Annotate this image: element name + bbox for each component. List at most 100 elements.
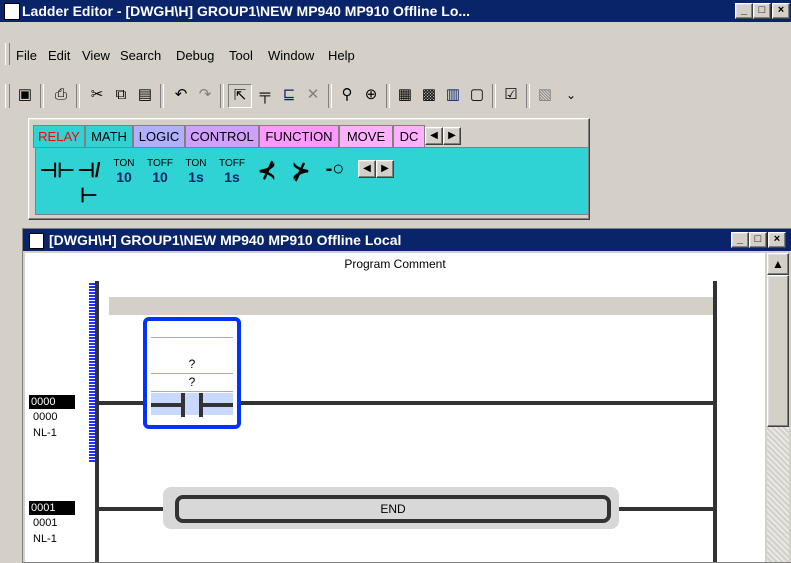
select-icon[interactable]: ⇱ [228, 84, 252, 108]
program-comment[interactable]: Program Comment [25, 257, 765, 271]
document-title-bar: [DWGH\H] GROUP1\NEW MP940 MP910 Offline … [23, 229, 791, 251]
title-bar: Ladder Editor - [DWGH\H] GROUP1\NEW MP94… [0, 0, 791, 22]
maximize-button[interactable]: □ [753, 3, 771, 19]
ladder-document-window: [DWGH\H] GROUP1\NEW MP940 MP910 Offline … [22, 228, 791, 563]
contact-wire-right [203, 403, 233, 407]
contact-wire-left [151, 403, 181, 407]
palette-scroll-right-icon[interactable]: ▶ [376, 160, 394, 178]
menu-view[interactable]: View [82, 48, 110, 63]
contact-bar-left [181, 393, 185, 417]
document-icon[interactable] [29, 233, 44, 249]
delete-tool-icon[interactable]: ✕ [302, 84, 324, 106]
find-icon[interactable]: ⚲ [336, 84, 358, 106]
contact-row-divider [151, 337, 233, 338]
tab-math[interactable]: MATH [85, 125, 133, 148]
instruction-palette: RELAY MATH LOGIC CONTROL FUNCTION MOVE D… [28, 118, 590, 220]
tab-control[interactable]: CONTROL [185, 125, 259, 148]
falling-edge-icon[interactable]: ⊁ [286, 158, 316, 188]
contact-row-divider [151, 373, 233, 374]
zoom-icon[interactable]: ⊕ [360, 84, 382, 106]
toff-10-icon[interactable]: TOFF 10 [144, 158, 176, 188]
ladder-canvas[interactable]: Program Comment 0000 0000 NL-1 ? ? 0001 … [25, 253, 765, 562]
toolbar-separator [76, 84, 80, 108]
minimize-button[interactable]: _ [735, 3, 753, 19]
rising-edge-icon[interactable]: ⊀ [252, 158, 282, 188]
tab-function[interactable]: FUNCTION [259, 125, 339, 148]
check-icon[interactable]: ☑ [500, 84, 522, 106]
undo-icon[interactable]: ↶ [170, 84, 192, 106]
toolbar-separator [220, 84, 224, 108]
vertical-scrollbar[interactable]: ▲ [767, 253, 789, 562]
menu-bar: File Edit View Search Debug Tool Window … [0, 40, 791, 70]
save-icon[interactable]: ▣ [14, 84, 36, 106]
tab-scroll-right-icon[interactable]: ▶ [443, 127, 461, 145]
rung-1-step-tag[interactable]: 0001 [29, 501, 75, 515]
no-contact-icon[interactable]: ⊣⊢ [40, 158, 75, 188]
cut-icon[interactable]: ✂ [86, 84, 108, 106]
end-instruction[interactable]: END [175, 495, 611, 523]
doc-close-button[interactable]: × [768, 232, 786, 248]
print-icon[interactable]: ⎙ [50, 84, 72, 106]
selected-contact[interactable]: ? ? [143, 317, 241, 429]
rung-selection-marker [89, 283, 95, 463]
toff-1s-icon[interactable]: TOFF 1s [216, 158, 248, 188]
tab-move[interactable]: MOVE [339, 125, 393, 148]
toolbar-separator [328, 84, 332, 108]
window-icon-4[interactable]: ▢ [466, 84, 488, 106]
menu-tool[interactable]: Tool [229, 48, 253, 63]
copy-icon[interactable]: ⧉ [110, 84, 132, 106]
toolbar-overflow-icon[interactable]: ⌄ [560, 84, 582, 106]
palette-body: ⊣⊢ ⊣/⊢ TON 10 TOFF 10 TON 1s TOFF 1s ⊀ ⊁… [35, 147, 589, 215]
contact-comment-placeholder[interactable]: ? [151, 375, 233, 389]
window-title: Ladder Editor - [DWGH\H] GROUP1\NEW MP94… [22, 3, 471, 19]
rung-0-nest-level: NL-1 [33, 427, 57, 439]
coil-icon[interactable]: -○ [320, 158, 350, 188]
document-title: [DWGH\H] GROUP1\NEW MP940 MP910 Offline … [49, 232, 402, 248]
ton-1s-icon[interactable]: TON 1s [180, 158, 212, 188]
window-icon-1[interactable]: ▦ [394, 84, 416, 106]
toolbar-separator [40, 84, 44, 108]
toolbar: ▣ ⎙ ✂ ⧉ ▤ ↶ ↷ ⇱ ╤ ⊑ ✕ ⚲ ⊕ ▦ ▩ ▥ ▢ ☑ ▧ ⌄ [0, 78, 791, 116]
scroll-up-icon[interactable]: ▲ [767, 253, 789, 275]
contact-row-divider [151, 391, 233, 392]
tab-dc[interactable]: DC [393, 125, 425, 148]
coil-tool-icon[interactable]: ⊑ [278, 84, 300, 106]
right-power-rail [713, 281, 717, 562]
toolbar-grip[interactable] [5, 84, 10, 108]
redo-icon[interactable]: ↷ [194, 84, 216, 106]
notes-icon[interactable]: ▧ [534, 84, 556, 106]
ton-10-icon[interactable]: TON 10 [108, 158, 140, 188]
rung-0-line-number: 0000 [33, 411, 58, 423]
rung-0-step-tag[interactable]: 0000 [29, 395, 75, 409]
contact-address-placeholder[interactable]: ? [151, 357, 233, 371]
rung-1-nest-level: NL-1 [33, 533, 57, 545]
scroll-thumb[interactable] [767, 275, 789, 427]
doc-minimize-button[interactable]: _ [731, 232, 749, 248]
palette-scroll-left-icon[interactable]: ◀ [358, 160, 376, 178]
tab-logic[interactable]: LOGIC [133, 125, 185, 148]
menu-search[interactable]: Search [120, 48, 161, 63]
toolbar-separator [386, 84, 390, 108]
nc-contact-icon[interactable]: ⊣/⊢ [74, 158, 104, 207]
close-button[interactable]: × [772, 3, 790, 19]
window-icon-3[interactable]: ▥ [442, 84, 464, 106]
app-icon[interactable] [4, 3, 20, 20]
toolbar-separator [492, 84, 496, 108]
rung-1-line-number: 0001 [33, 517, 58, 529]
menu-grip[interactable] [5, 43, 10, 65]
paste-icon[interactable]: ▤ [134, 84, 156, 106]
menu-file[interactable]: File [16, 48, 37, 63]
doc-maximize-button[interactable]: □ [749, 232, 767, 248]
tab-relay[interactable]: RELAY [33, 125, 85, 148]
menu-debug[interactable]: Debug [176, 48, 214, 63]
menu-help[interactable]: Help [328, 48, 355, 63]
rung-comment-bar[interactable] [109, 297, 713, 315]
toolbar-separator [160, 84, 164, 108]
left-power-rail [95, 281, 99, 562]
menu-window[interactable]: Window [268, 48, 314, 63]
contact-tool-icon[interactable]: ╤ [254, 84, 276, 106]
menu-edit[interactable]: Edit [48, 48, 70, 63]
window-icon-2[interactable]: ▩ [418, 84, 440, 106]
toolbar-separator [526, 84, 530, 108]
tab-scroll-left-icon[interactable]: ◀ [425, 127, 443, 145]
